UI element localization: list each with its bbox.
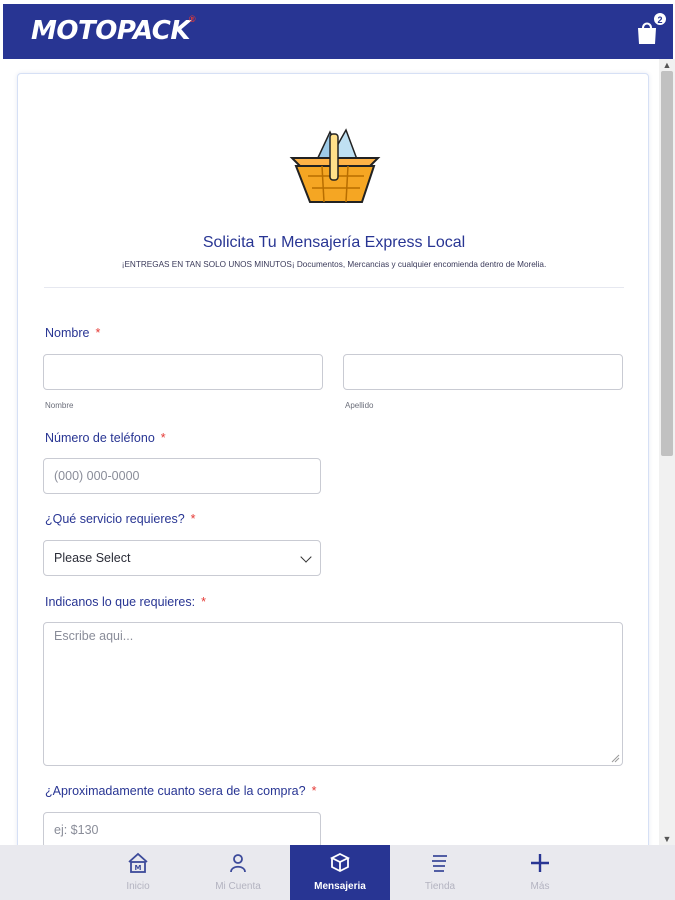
nav-item-mi-cuenta[interactable]: Mi Cuenta [188,845,288,900]
service-select[interactable]: Please Select [43,540,321,576]
name-label: Nombre * [45,326,101,340]
phone-placeholder: (000) 000-0000 [54,469,140,483]
store-icon [432,855,447,872]
vertical-scrollbar[interactable]: ▲ ▼ [659,59,675,845]
required-marker: * [190,512,196,526]
chevron-down-icon [300,551,312,563]
first-name-input[interactable] [43,354,323,390]
details-label: Indicanos lo que requieres: * [45,595,206,609]
user-icon [230,854,246,873]
details-placeholder: Escribe aqui... [54,629,134,643]
nav-label-mas: Más [530,881,550,892]
resize-handle-icon[interactable] [610,753,620,763]
top-app-bar: MOTOPACK ® 2 [3,4,673,59]
motopack-logo[interactable]: MOTOPACK [31,16,191,46]
app-window: MOTOPACK ® 2 Solicita Tu Mensajería Expr… [0,0,675,900]
required-marker: * [201,595,206,609]
nav-label-inicio: Inicio [126,881,150,892]
first-name-sublabel: Nombre [45,401,74,410]
phone-input[interactable]: (000) 000-0000 [43,458,321,494]
section-divider [44,287,624,288]
nav-item-tienda[interactable]: Tienda [390,845,490,900]
form-title: Solicita Tu Mensajería Express Local [202,234,466,251]
plus-icon [531,854,549,872]
last-name-sublabel: Apellido [345,401,374,410]
bottom-navigation: M Inicio Mi Cuenta Mensajeria Tienda Más [0,845,675,900]
form-subtitle: ¡ENTREGAS EN TAN SOLO UNOS MINUTOS¡ Docu… [121,260,547,269]
scroll-down-arrow-icon[interactable]: ▼ [662,834,672,844]
home-icon: M [128,852,148,873]
phone-label: Número de teléfono * [45,431,166,445]
registered-mark: ® [189,14,196,24]
nav-label-tienda: Tienda [424,881,456,892]
nav-item-mensajeria[interactable]: Mensajeria [290,845,390,900]
scroll-up-arrow-icon[interactable]: ▲ [662,60,672,70]
amount-input[interactable]: ej: $130 [43,812,321,845]
last-name-input[interactable] [343,354,623,390]
nav-label-mensajeria: Mensajeria [314,881,366,892]
details-textarea[interactable]: Escribe aqui... [43,622,623,766]
amount-placeholder: ej: $130 [54,823,99,837]
nav-item-mas[interactable]: Más [490,845,590,900]
service-label: ¿Qué servicio requieres? * [45,512,196,526]
amount-label: ¿Aproximadamente cuanto sera de la compr… [45,784,317,798]
nav-item-inicio[interactable]: M Inicio [88,845,188,900]
required-marker: * [160,431,166,445]
package-icon [329,852,351,873]
required-marker: * [95,326,101,340]
content-viewport: Solicita Tu Mensajería Express Local ¡EN… [0,59,675,845]
nav-label-mi-cuenta: Mi Cuenta [215,881,261,892]
service-selected-value: Please Select [54,551,131,565]
request-form-card: Solicita Tu Mensajería Express Local ¡EN… [17,73,649,845]
cart-count-badge: 2 [653,12,667,26]
svg-text:M: M [135,864,142,872]
basket-icon [286,122,386,222]
scroll-thumb[interactable] [661,71,673,456]
required-marker: * [311,784,317,798]
